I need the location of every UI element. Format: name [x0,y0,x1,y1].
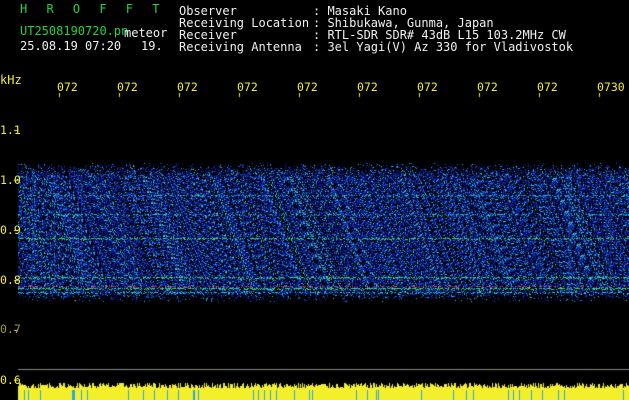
hrofft-screen: H R O F F T UT2508190720.pn meteor 25.08… [0,0,629,400]
antenna-label: Receiving Antenna [179,40,302,54]
x-tick: 072 [357,80,378,94]
x-tick: 072 [177,80,198,94]
x-tick: 0730 [597,80,625,94]
x-tick: 072 [57,80,78,94]
y-tick: 0.8 [0,273,21,287]
y-tick: 0.7 [0,322,21,336]
x-tick: 072 [297,80,318,94]
mode-label: meteor [124,26,168,40]
date-time: 25.08.19 07:20 [20,39,122,53]
x-tick: 072 [477,80,498,94]
x-tick: 072 [117,80,138,94]
x-tick: 072 [537,80,558,94]
y-axis-unit: kHz [0,73,22,87]
x-tick: 072 [417,80,438,94]
y-tick: 1.0 [0,173,21,187]
count-label: 19. [141,39,163,53]
y-tick: 0.6 [0,373,21,387]
antenna-value: : 3el Yagi(V) Az 330 for Vladivostok [313,40,574,54]
y-tick: 0.9 [0,223,21,237]
spectrogram-plot [0,0,629,400]
program-title: H R O F F T [20,2,166,16]
file-name: UT2508190720.pn [20,24,129,38]
y-tick: 1.1 [0,123,21,137]
x-tick: 072 [237,80,258,94]
